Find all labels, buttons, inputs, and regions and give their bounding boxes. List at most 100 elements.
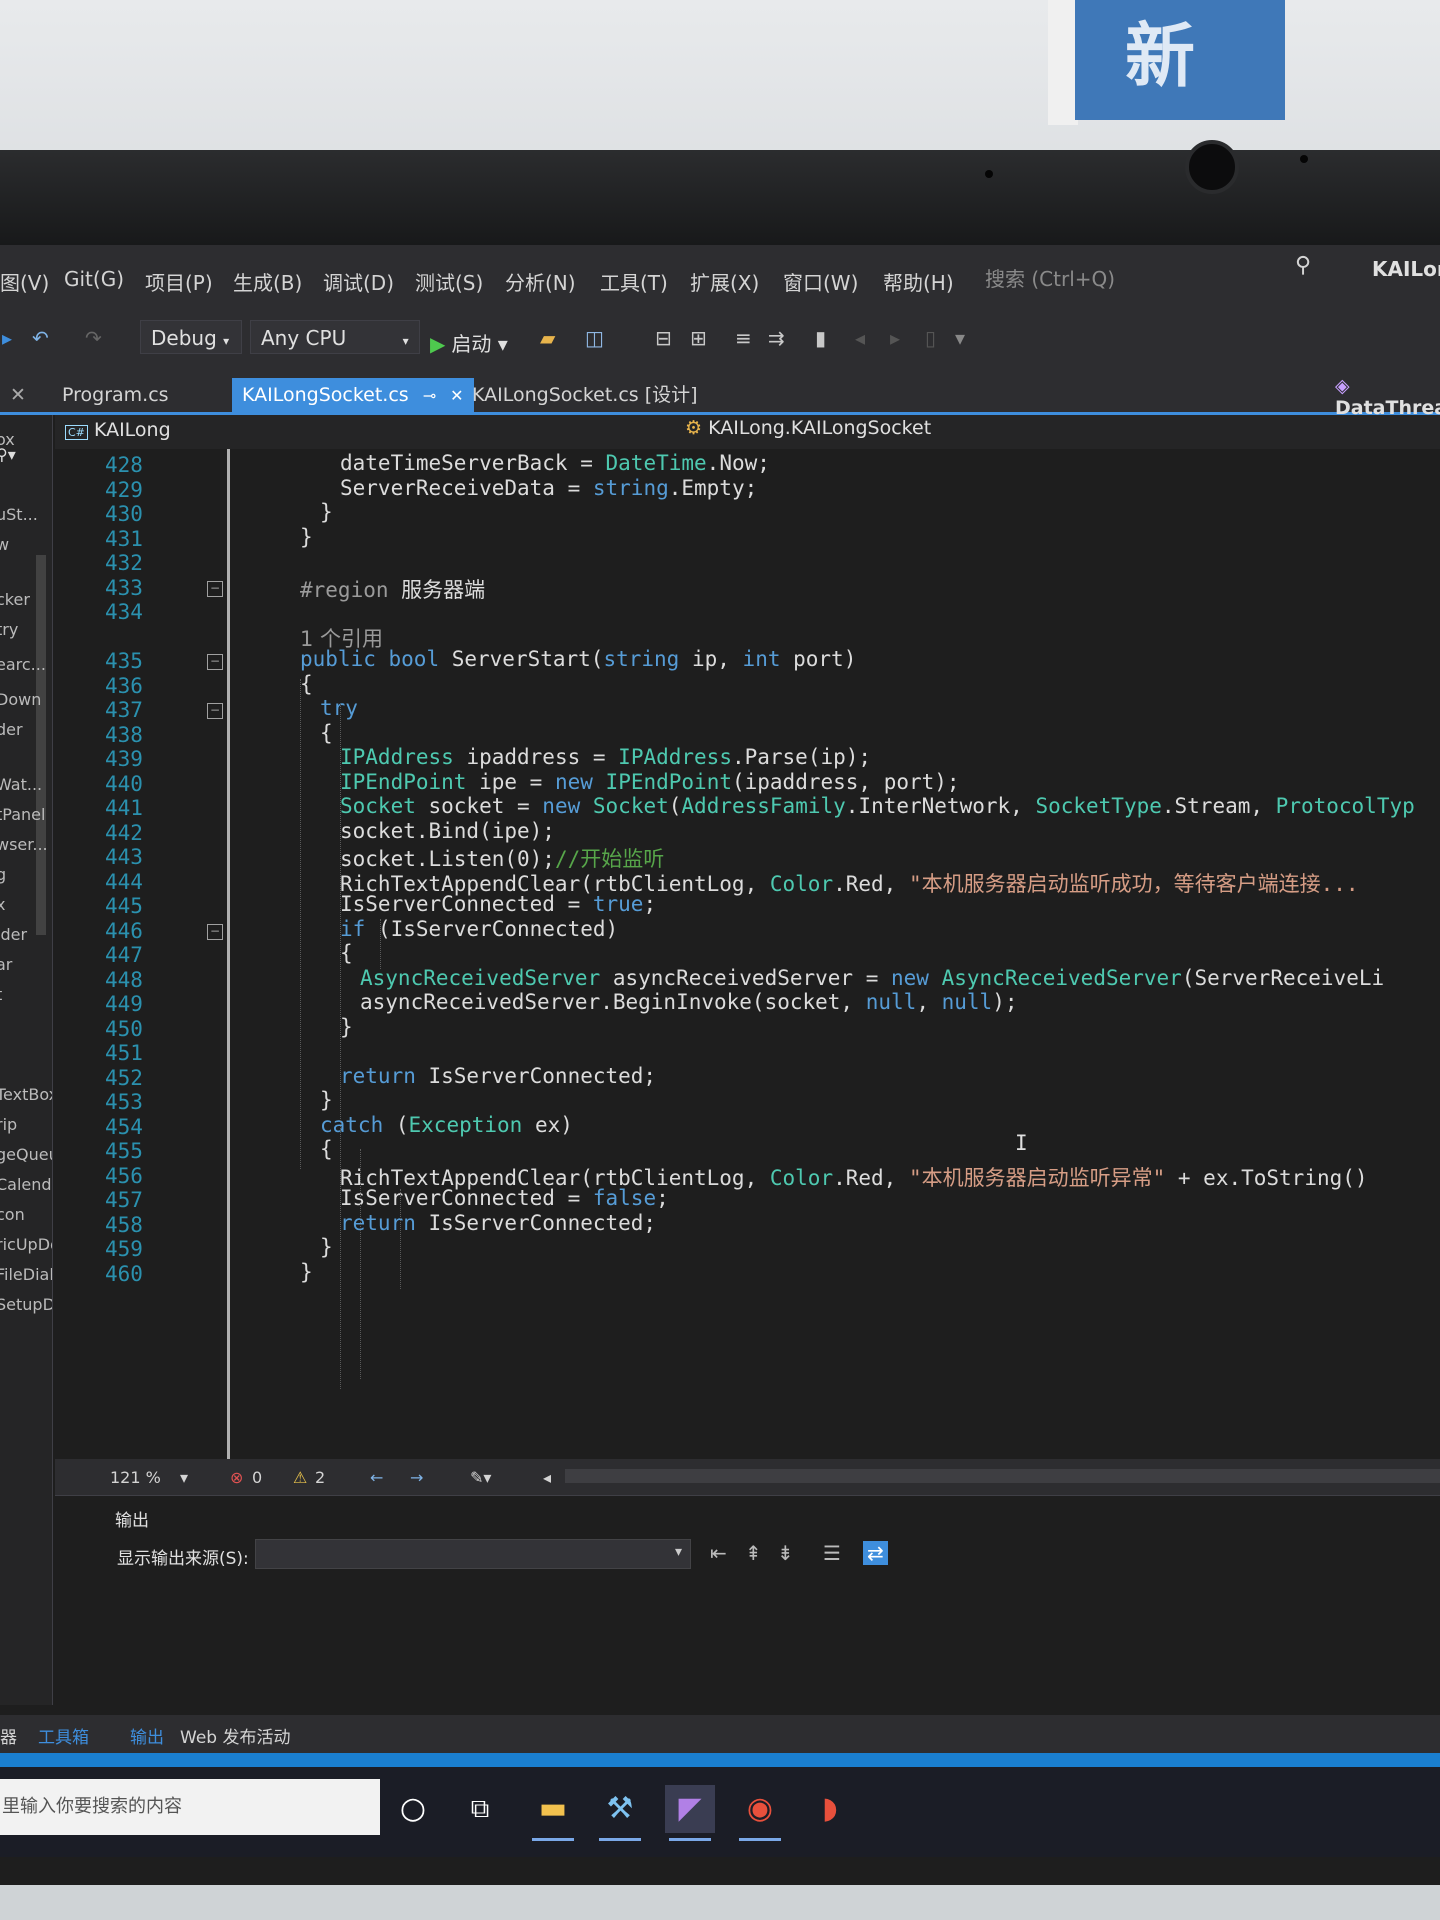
search-box[interactable]: 搜索 (Ctrl+Q) (985, 263, 1115, 292)
toolbox-item[interactable]: ricUpDo... (0, 1235, 52, 1254)
collapse-icon[interactable]: − (207, 703, 223, 719)
line-number: 436 (105, 673, 143, 698)
browser-icon[interactable]: ◫ (585, 326, 604, 350)
navigate-icon[interactable]: ▸ (2, 326, 12, 350)
toolbox-item[interactable]: ar (0, 955, 12, 974)
toolbox-item[interactable]: rip (0, 1115, 17, 1134)
chrome-icon[interactable]: ◉ (735, 1785, 785, 1841)
solution-icon[interactable]: ⊟ (655, 326, 672, 350)
word-wrap-icon[interactable]: ⇄ (863, 1541, 888, 1565)
zoom-level[interactable]: 121 % (110, 1468, 161, 1487)
tab-kailongsocket-designer[interactable]: KAILongSocket.cs [设计] (462, 378, 708, 412)
toolbox-item[interactable]: uSt... (0, 505, 38, 524)
error-icon[interactable]: ⊗ (230, 1468, 243, 1487)
output-source-dropdown[interactable]: ▾ (255, 1539, 691, 1569)
class-dropdown[interactable]: ⚙ KAILong.KAILongSocket (685, 417, 931, 439)
toolbox-item[interactable]: geQueue (0, 1145, 52, 1164)
clear-all-icon[interactable]: ☰ (823, 1541, 841, 1565)
visual-studio-icon[interactable]: ◤ (665, 1785, 715, 1841)
line-number: 448 (105, 967, 143, 992)
tab-web-publish[interactable]: Web 发布活动 (180, 1723, 290, 1748)
menu-test[interactable]: 测试(S) (415, 267, 483, 296)
tab-output[interactable]: 输出 (130, 1723, 164, 1748)
toolbox-item[interactable]: der (0, 720, 23, 739)
tab-left-explorer[interactable]: 器 (0, 1723, 17, 1748)
bookmark-next-icon[interactable]: ▸ (890, 326, 900, 350)
warning-icon[interactable]: ⚠ (293, 1468, 307, 1487)
properties-icon[interactable]: ⊞ (690, 326, 707, 350)
task-view-icon[interactable]: ⧉ (455, 1785, 505, 1833)
member-dropdown[interactable]: ◈ DataThrea (1335, 375, 1440, 419)
comment-icon[interactable]: ⇉ (768, 326, 785, 350)
scroll-left-icon[interactable]: ◂ (543, 1468, 551, 1487)
toolbox-item[interactable]: ider (0, 925, 27, 944)
bookmark-icon[interactable]: ▮ (815, 326, 826, 350)
search-icon[interactable]: ⚲ (1295, 253, 1311, 278)
menu-help[interactable]: 帮助(H) (883, 267, 954, 296)
line-number: 428 (105, 453, 143, 477)
toolbox-item[interactable]: Wat... (0, 775, 42, 794)
next-message-icon[interactable]: ⇟ (777, 1541, 794, 1565)
toolbox-item[interactable]: FileDialog (0, 1265, 52, 1284)
chevron-down-icon[interactable]: ▾ (180, 1468, 188, 1487)
toolbox-item[interactable]: con (0, 1205, 25, 1224)
toolbox-item[interactable]: SetupDial... (0, 1295, 52, 1314)
sensor-dot (1300, 155, 1308, 163)
tab-pin-close[interactable]: ✕ (0, 378, 36, 412)
tools-app-icon[interactable]: ⚒ (595, 1785, 645, 1841)
toolbar-overflow-icon[interactable]: ▾ (955, 326, 965, 350)
toolbox-item[interactable]: x (0, 895, 5, 914)
undo-icon[interactable]: ↶ (32, 326, 49, 350)
code-editor[interactable]: 428 429 430 431 432 433 434 435 436 437 438 439 440 4… (55, 449, 1440, 1459)
menu-build[interactable]: 生成(B) (233, 267, 302, 296)
toolbox-item[interactable]: w (0, 535, 9, 554)
menu-analyze[interactable]: 分析(N) (505, 267, 576, 296)
menu-debug[interactable]: 调试(D) (323, 267, 394, 296)
find-message-icon[interactable]: ⇤ (710, 1541, 727, 1565)
tab-kailongsocket-cs[interactable]: KAILongSocket.cs ⊸ ✕ (232, 378, 474, 412)
toolbox-scrollbar[interactable] (36, 555, 46, 935)
cortana-icon[interactable]: ○ (388, 1785, 438, 1833)
toolbox-item[interactable]: t (0, 985, 2, 1004)
configuration-dropdown[interactable]: Debug ▾ (140, 320, 242, 354)
menu-window[interactable]: 窗口(W) (783, 267, 858, 296)
collapse-icon[interactable]: − (207, 654, 223, 670)
menu-extensions[interactable]: 扩展(X) (690, 267, 759, 296)
bookmark-prev-icon[interactable]: ◂ (855, 326, 865, 350)
folder-icon[interactable]: ▰ (540, 326, 555, 350)
toolbox-item[interactable]: wser... (0, 835, 48, 854)
start-button[interactable]: ▶ 启动 ▾ (430, 328, 508, 357)
toolbox-item[interactable]: cker (0, 590, 30, 609)
menu-tools[interactable]: 工具(T) (600, 267, 668, 296)
pin-icon[interactable]: ⊸ (423, 386, 436, 405)
toolbox-item[interactable]: try (0, 620, 18, 639)
taskbar-search-input[interactable]: 里输入你要搜索的内容 (0, 1779, 380, 1835)
tab-program-cs[interactable]: Program.cs (52, 378, 179, 412)
collapse-icon[interactable]: − (207, 580, 223, 597)
menu-git[interactable]: Git(G) (64, 267, 124, 291)
toolbox-item[interactable]: TextBox (0, 1085, 52, 1104)
forward-arrow-icon[interactable]: → (410, 1468, 423, 1487)
toolbox-item[interactable]: tPanel (0, 805, 45, 824)
tab-toolbox[interactable]: 工具箱 (38, 1723, 89, 1748)
menu-project[interactable]: 项目(P) (145, 267, 213, 296)
cleanup-icon[interactable]: ✎▾ (470, 1468, 491, 1487)
app-icon[interactable]: ◗ (805, 1785, 855, 1833)
bookmark-clear-icon[interactable]: ▯ (925, 326, 936, 350)
file-explorer-icon[interactable]: ▬ (528, 1785, 578, 1841)
redo-icon[interactable]: ↷ (85, 326, 102, 350)
toolbox-item[interactable]: earc... (0, 655, 46, 674)
indent-icon[interactable]: ≡ (735, 326, 752, 350)
collapse-icon[interactable]: − (207, 923, 223, 940)
toolbox-item[interactable]: g (0, 865, 6, 884)
project-dropdown[interactable]: C# KAILong (65, 419, 171, 441)
horizontal-scrollbar[interactable] (565, 1469, 1440, 1483)
line-number: 438 (105, 722, 143, 747)
toolbox-item[interactable]: Calendar (0, 1175, 52, 1194)
toolbox-item[interactable]: ox (0, 430, 15, 449)
toolbox-item[interactable]: Down (0, 690, 41, 709)
prev-message-icon[interactable]: ⇞ (745, 1541, 762, 1565)
back-arrow-icon[interactable]: ← (370, 1468, 383, 1487)
menu-view[interactable]: 图(V) (0, 267, 49, 296)
platform-dropdown[interactable]: Any CPU ▾ (250, 320, 420, 354)
